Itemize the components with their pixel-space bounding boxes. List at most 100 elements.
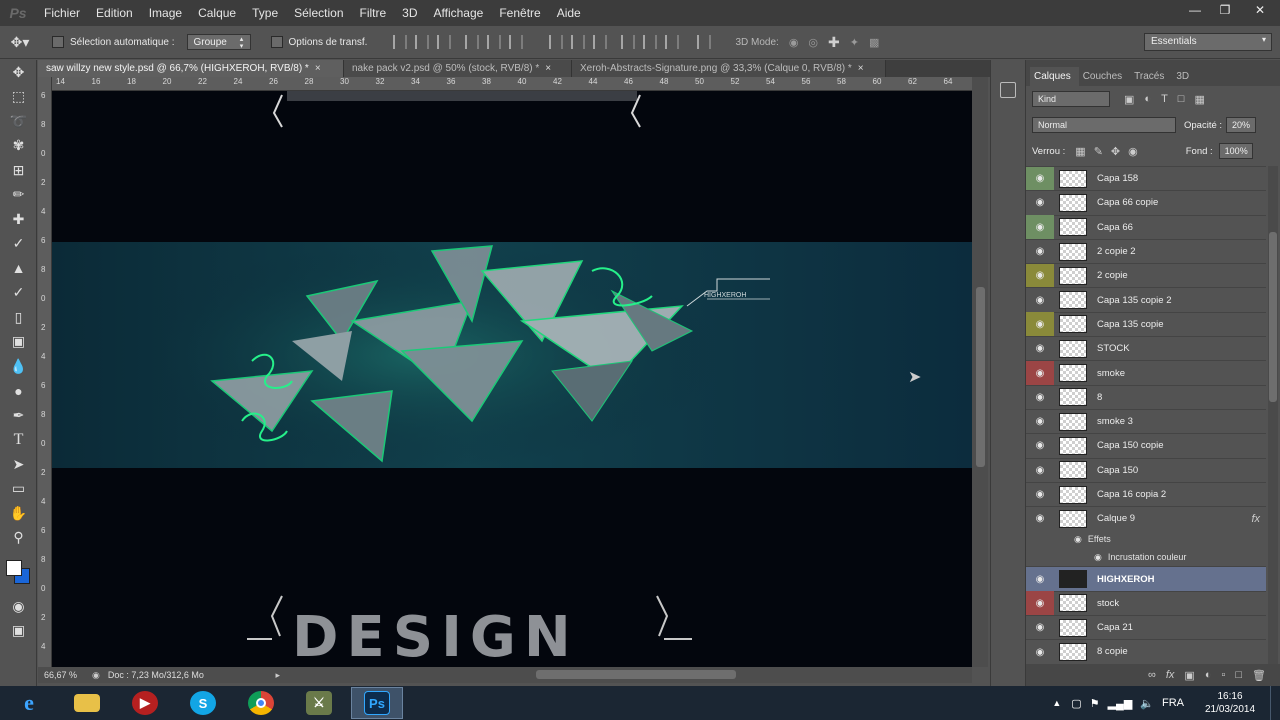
adjustment-layer-icon[interactable]: ◐ [1205, 669, 1212, 681]
layer-row[interactable]: ◉ HIGHXEROH [1026, 566, 1266, 591]
menu-fenetre[interactable]: Fenêtre [491, 0, 548, 26]
filter-kind-dropdown[interactable]: Kind [1032, 91, 1110, 107]
shape-tool-icon[interactable]: ▭ [0, 477, 37, 502]
visibility-eye-icon[interactable]: ◉ [1026, 166, 1054, 191]
distribute-bottom-icon[interactable] [593, 35, 608, 49]
distribute-left-icon[interactable] [621, 35, 636, 49]
status-menu-icon[interactable]: ▸ [275, 670, 280, 681]
menu-type[interactable]: Type [244, 0, 286, 26]
layer-thumbnail[interactable] [1059, 570, 1087, 589]
visibility-eye-icon[interactable]: ◉ [1026, 434, 1054, 458]
taskbar-media[interactable]: ▶ [119, 687, 171, 719]
layer-thumbnail[interactable] [1059, 461, 1087, 480]
document-canvas[interactable]: HIGHXEROH DESIGN ➤ [52, 91, 972, 667]
workspace-dropdown[interactable]: Essentials ▾ [1144, 33, 1272, 51]
layer-name[interactable]: stock [1097, 598, 1119, 609]
close-icon[interactable]: × [545, 63, 551, 74]
foreground-color[interactable] [6, 560, 22, 576]
taskbar-ie[interactable]: e [3, 687, 55, 719]
add-mask-icon[interactable]: ▣ [1184, 669, 1194, 682]
layer-name[interactable]: 8 copie [1097, 646, 1128, 657]
quick-select-tool-icon[interactable]: ✾ [0, 134, 37, 159]
marquee-tool-icon[interactable]: ⬚ [0, 85, 37, 110]
layer-name[interactable]: smoke [1097, 368, 1125, 379]
menu-3d[interactable]: 3D [394, 0, 425, 26]
3d-slide-icon[interactable]: ✦ [850, 36, 859, 49]
share-icon[interactable]: ◉ [92, 670, 100, 681]
visibility-eye-icon[interactable]: ◉ [1026, 385, 1054, 409]
visibility-eye-icon[interactable]: ◉ [1026, 640, 1054, 664]
layer-name[interactable]: Capa 150 [1097, 465, 1138, 476]
layer-row[interactable]: ◉ Capa 66 copie [1026, 190, 1266, 214]
tray-device-icon[interactable]: ▢ [1071, 697, 1081, 710]
show-desktop-button[interactable] [1270, 686, 1280, 720]
hand-tool-icon[interactable]: ✋ [0, 501, 37, 526]
visibility-eye-icon[interactable]: ◉ [1026, 361, 1054, 386]
auto-select-checkbox[interactable] [52, 36, 64, 48]
tab-traces[interactable]: Tracés [1130, 71, 1172, 86]
layer-name[interactable]: Capa 158 [1097, 173, 1138, 184]
history-panel-icon[interactable] [1000, 82, 1016, 98]
path-select-icon[interactable]: ➤ [0, 452, 37, 477]
vertical-scroll-thumb[interactable] [976, 287, 985, 467]
distribute-hcenter-icon[interactable] [643, 35, 658, 49]
layer-thumbnail[interactable] [1059, 485, 1087, 504]
layer-thumbnail[interactable] [1059, 339, 1087, 358]
visibility-eye-icon[interactable]: ◉ [1026, 288, 1054, 312]
layer-row[interactable]: ◉ Calque 9 fx [1026, 506, 1266, 530]
visibility-eye-icon[interactable]: ◉ [1026, 191, 1054, 215]
visibility-eye-icon[interactable]: ◉ [1026, 337, 1054, 361]
layer-fx-badge[interactable]: fx [1251, 513, 1260, 525]
3d-pan-icon[interactable]: ✚ [828, 34, 840, 51]
effects-eye-icon[interactable]: ◉ [1074, 534, 1082, 545]
layer-name[interactable]: Capa 66 [1097, 222, 1133, 233]
align-left-icon[interactable] [465, 35, 480, 49]
taskbar-explorer[interactable] [61, 687, 113, 719]
distribute-vcenter-icon[interactable] [571, 35, 586, 49]
layer-thumbnail[interactable] [1059, 594, 1087, 613]
taskbar-chrome[interactable] [235, 687, 287, 719]
new-group-icon[interactable]: ▫ [1221, 669, 1225, 681]
layer-row[interactable]: ◉ Capa 66 [1026, 214, 1266, 240]
align-vcenter-icon[interactable] [415, 35, 430, 49]
layer-name[interactable]: Capa 135 copie 2 [1097, 295, 1171, 306]
layer-row[interactable]: ◉ smoke 3 [1026, 408, 1266, 434]
layer-thumbnail[interactable] [1059, 412, 1087, 431]
transform-controls-checkbox[interactable] [270, 36, 283, 48]
tab-saw-willzy[interactable]: saw willzy new style.psd @ 66,7% (HIGHXE… [38, 60, 344, 77]
tab-calques[interactable]: Calques [1030, 67, 1079, 86]
layer-name[interactable]: 2 copie [1097, 270, 1128, 281]
type-tool-icon[interactable]: T [0, 428, 37, 453]
layer-name[interactable]: Capa 150 copie [1097, 440, 1164, 451]
pen-tool-icon[interactable]: ✒ [0, 403, 37, 428]
layer-thumbnail[interactable] [1059, 169, 1087, 188]
layer-row[interactable]: ◉ 2 copie 2 [1026, 238, 1266, 263]
align-right-icon[interactable] [509, 35, 524, 49]
align-hcenter-icon[interactable] [487, 35, 502, 49]
menu-affichage[interactable]: Affichage [426, 0, 492, 26]
tab-xeroh-abstracts[interactable]: Xeroh-Abstracts-Signature.png @ 33,3% (C… [572, 60, 886, 77]
layer-row[interactable]: ◉ Capa 16 copia 2 [1026, 481, 1266, 507]
layer-row[interactable]: ◉ Capa 21 [1026, 615, 1266, 639]
layer-thumbnail[interactable] [1059, 388, 1087, 407]
quick-mask-icon[interactable]: ◉ [0, 594, 37, 619]
layer-row[interactable]: ◉ 2 copie [1026, 263, 1266, 288]
layer-thumbnail[interactable] [1059, 266, 1087, 285]
layer-row[interactable]: ◉ Capa 150 copie [1026, 433, 1266, 457]
restore-icon[interactable]: ❐ [1210, 0, 1240, 20]
eyedropper-tool-icon[interactable]: ✏ [0, 183, 37, 208]
visibility-eye-icon[interactable]: ◉ [1026, 410, 1054, 434]
layer-name[interactable]: Calque 9 [1097, 513, 1135, 524]
layer-name[interactable]: Capa 66 copie [1097, 197, 1158, 208]
layer-thumbnail[interactable] [1059, 193, 1087, 212]
clone-stamp-icon[interactable]: ▲ [0, 256, 37, 281]
layer-name[interactable]: 8 [1097, 392, 1102, 403]
layer-thumbnail[interactable] [1059, 642, 1087, 661]
lock-position-icon[interactable]: ✥ [1111, 145, 1120, 158]
filter-pixel-icon[interactable]: ▣ [1124, 93, 1134, 106]
visibility-eye-icon[interactable]: ◉ [1026, 215, 1054, 240]
minimize-icon[interactable]: — [1180, 0, 1210, 20]
visibility-eye-icon[interactable]: ◉ [1026, 483, 1054, 507]
screen-mode-icon[interactable]: ▣ [0, 619, 37, 644]
move-tool-icon[interactable]: ✥▾ [0, 34, 40, 51]
